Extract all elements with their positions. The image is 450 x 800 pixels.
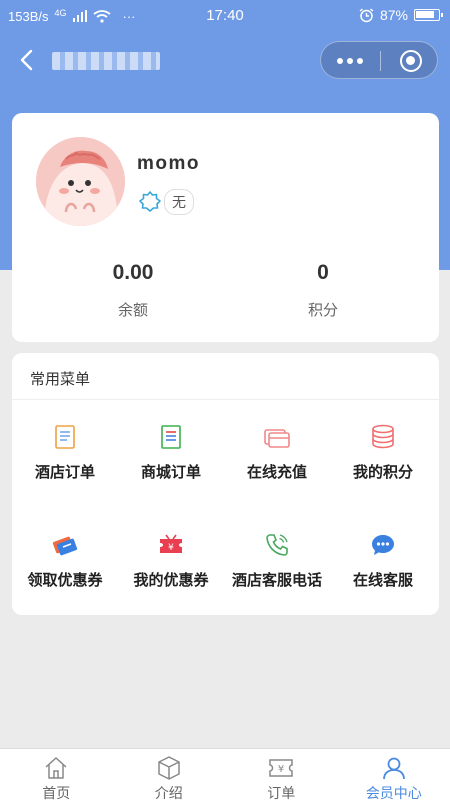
coins-icon: [372, 424, 394, 449]
menu-item-my-points[interactable]: 我的积分: [330, 423, 436, 482]
alarm-icon: [359, 7, 374, 22]
more-options-button[interactable]: [337, 52, 363, 70]
status-bar: 153B/s 4G ··· 17:40 87%: [0, 0, 450, 30]
battery-icon: [414, 9, 443, 21]
menu-item-get-coupon[interactable]: 领取优惠券: [12, 531, 118, 590]
tab-member-center[interactable]: 会员中心: [338, 749, 450, 800]
username: momo: [137, 153, 200, 174]
svg-text:¥: ¥: [168, 543, 174, 553]
level-tag: 无: [164, 189, 194, 215]
svg-text:¥: ¥: [278, 764, 284, 775]
menu-item-hotel-order[interactable]: 酒店订单: [12, 423, 118, 482]
avatar-illustration: [36, 137, 125, 226]
member-level: 无: [138, 189, 194, 215]
menu-item-online-recharge[interactable]: 在线充值: [224, 423, 330, 482]
back-arrow-icon[interactable]: [14, 46, 40, 74]
balance-value: 0.00: [112, 261, 154, 284]
balance-stat[interactable]: 0.00 余额: [63, 261, 203, 320]
box-icon: [158, 756, 180, 780]
document-icon: [55, 425, 75, 449]
menu-item-online-service[interactable]: 在线客服: [330, 531, 436, 590]
menu-title: 常用菜单: [30, 371, 91, 388]
points-stat[interactable]: 0 积分: [253, 261, 393, 320]
home-icon: [45, 757, 67, 779]
user-icon: [382, 757, 405, 780]
phone-icon: [266, 534, 288, 556]
points-value: 0: [317, 261, 329, 284]
battery-percent: 87%: [379, 7, 408, 23]
tab-orders[interactable]: ¥ 订单: [225, 749, 338, 800]
avatar[interactable]: [36, 137, 125, 226]
menu-item-mall-order[interactable]: 商城订单: [118, 423, 224, 482]
ticket-icon: [52, 536, 78, 556]
menu-item-my-coupons[interactable]: ¥ 我的优惠券: [118, 531, 224, 590]
order-list-icon: [161, 425, 181, 449]
badge-icon: [139, 191, 161, 212]
coupon-icon: ¥: [160, 534, 182, 553]
nav-bar: [0, 36, 450, 84]
profile-card: momo 无 0.00 余额 0 积分: [12, 113, 439, 342]
tab-home[interactable]: 首页: [0, 749, 113, 800]
balance-label: 余额: [117, 302, 148, 319]
points-label: 积分: [307, 302, 338, 319]
tab-bar: 首页 介绍 ¥ 订单 会员中心: [0, 748, 450, 800]
mini-program-capsule: [320, 41, 438, 79]
close-mini-program-button[interactable]: [400, 50, 422, 72]
menu-divider: [12, 399, 439, 400]
card-icon: [264, 429, 290, 448]
chat-bubble-icon: [372, 535, 394, 555]
menu-item-hotel-phone[interactable]: 酒店客服电话: [224, 531, 330, 590]
common-menu-card: 常用菜单 酒店订单 商城订单 在线充值 我的积分 领取优惠券 ¥ 我的优惠券 酒…: [12, 353, 439, 615]
tab-intro[interactable]: 介绍: [113, 749, 226, 800]
blurred-page-title: [52, 52, 160, 70]
ticket-icon: ¥: [269, 759, 293, 777]
